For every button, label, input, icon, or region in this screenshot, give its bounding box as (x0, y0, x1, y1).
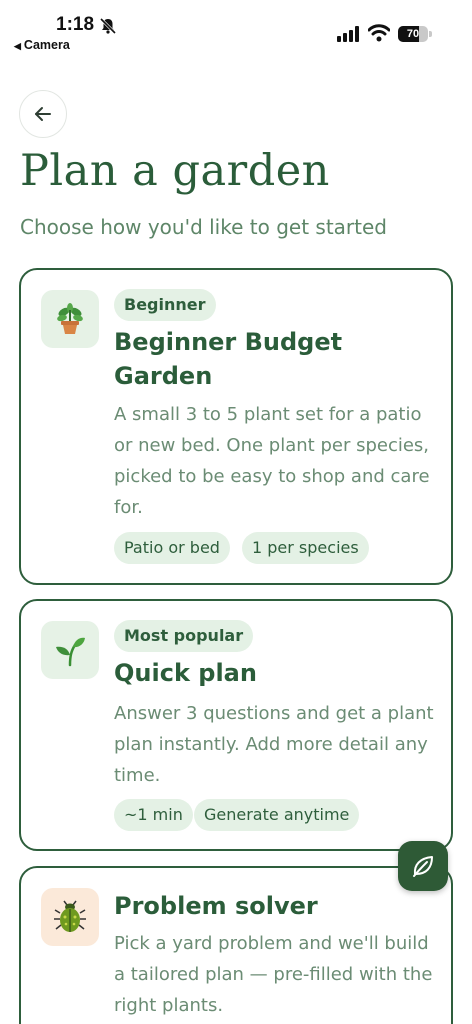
status-bar: 1:18 ◀ Camera 70 (0, 0, 472, 60)
cellular-signal-icon (337, 26, 359, 42)
battery-indicator: 70 (398, 26, 432, 42)
potted-plant-icon (57, 303, 83, 334)
tag-1-per-species: 1 per species (242, 532, 369, 564)
badge-most-popular: Most popular (114, 620, 254, 652)
card-title: Problem solver (114, 892, 318, 920)
back-app-label: Camera (23, 38, 70, 52)
tag-patio-or-bed: Patio or bed (114, 532, 230, 564)
back-to-app-link[interactable]: ◀ Camera (14, 38, 70, 52)
card-quick-plan[interactable]: Most popular Quick plan Answer 3 questio… (19, 599, 453, 851)
card-title: Quick plan (114, 659, 257, 687)
back-button[interactable] (19, 90, 67, 138)
tag-generate-anytime: Generate anytime (194, 799, 360, 831)
bell-slash-icon (99, 17, 117, 35)
beetle-icon-tile (41, 888, 99, 946)
leaf-fab-button[interactable] (398, 841, 448, 891)
tag-duration: ~1 min (114, 799, 193, 831)
back-triangle-icon: ◀ (14, 41, 21, 51)
wifi-icon (368, 24, 390, 42)
battery-level: 70 (406, 28, 420, 40)
status-time: 1:18 (56, 14, 95, 35)
page-subtitle: Choose how you'd like to get started (20, 215, 387, 239)
potted-plant-icon-tile (41, 290, 99, 348)
card-problem-solver[interactable]: Problem solver Pick a yard problem and w… (19, 866, 453, 1024)
seedling-icon (56, 637, 85, 667)
card-beginner-budget-garden[interactable]: Beginner Beginner Budget Garden A small … (19, 268, 453, 585)
arrow-left-icon (35, 107, 51, 121)
badge-beginner: Beginner (114, 289, 216, 321)
leaf-icon (413, 856, 433, 877)
beetle-icon (54, 900, 86, 932)
card-description: A small 3 to 5 plant set for a patio or … (114, 404, 430, 518)
page-title: Plan a garden (20, 146, 330, 196)
card-title: Beginner Budget Garden (114, 328, 343, 390)
card-description: Answer 3 questions and get a plant plan … (114, 703, 434, 786)
seedling-icon-tile (41, 621, 99, 679)
card-description: Pick a yard problem and we'll build a ta… (114, 933, 433, 1016)
